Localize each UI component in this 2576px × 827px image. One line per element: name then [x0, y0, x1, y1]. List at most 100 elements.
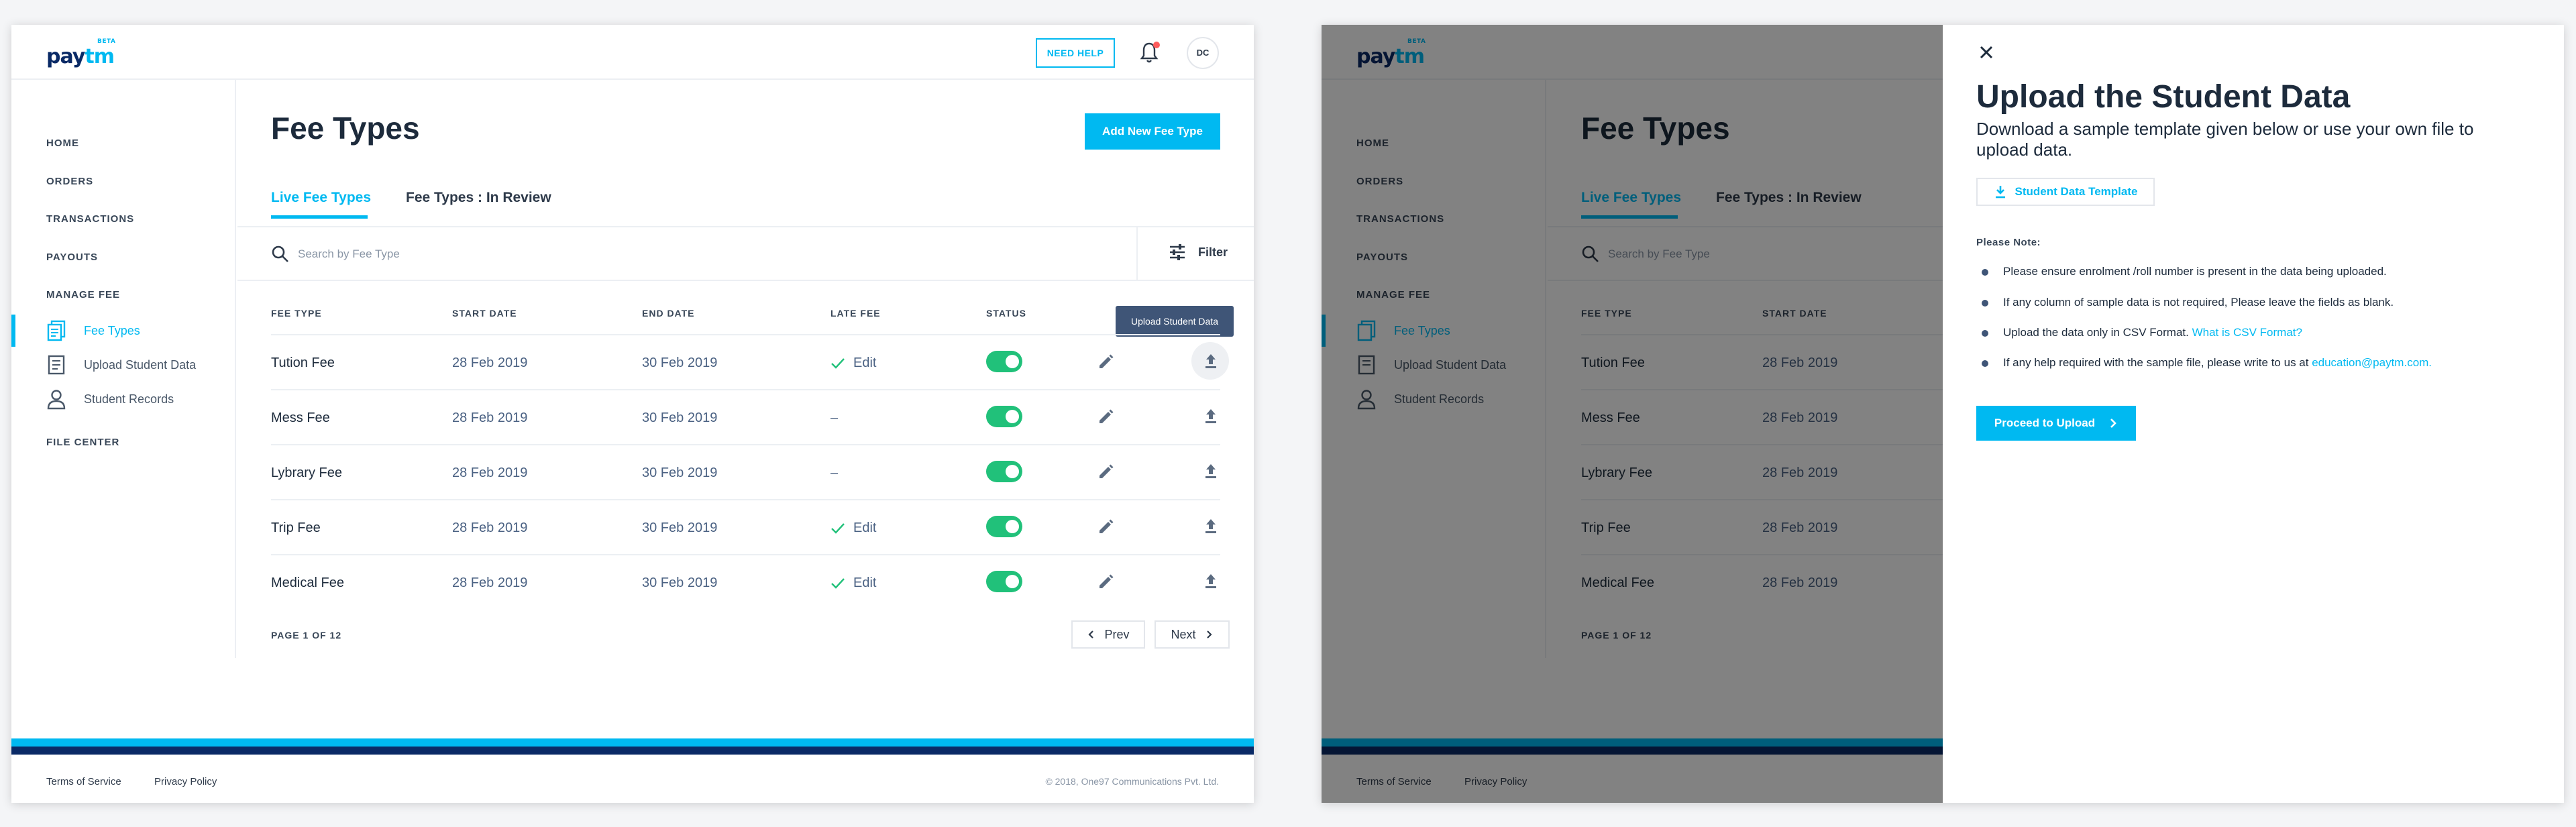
note-item: Please ensure enrolment /roll number is … [2003, 265, 2387, 278]
start-date-cell: 28 Feb 2019 [452, 410, 528, 425]
bullet-dot [1982, 269, 1988, 276]
tab-live-fee-types[interactable]: Live Fee Types [271, 190, 371, 206]
bullet-dot [1982, 360, 1988, 367]
late-fee-cell[interactable]: Edit [830, 575, 876, 591]
fee-type-cell: Mess Fee [271, 410, 330, 425]
bullet-dot [1982, 300, 1988, 307]
note-link[interactable]: What is CSV Format? [2192, 326, 2302, 339]
user-avatar[interactable]: DC [1187, 37, 1219, 69]
edit-pencil-icon[interactable] [1096, 516, 1116, 537]
upload-tooltip: Upload Student Data [1116, 306, 1234, 337]
add-new-fee-type-button[interactable]: Add New Fee Type [1085, 113, 1220, 150]
drawer-subtitle: Download a sample template given below o… [1976, 119, 2474, 160]
privacy-link[interactable]: Privacy Policy [154, 776, 217, 787]
sidebar-item-upload-student-data[interactable]: Upload Student Data [46, 351, 196, 378]
notification-bell-icon[interactable] [1139, 41, 1160, 64]
end-date-cell: 30 Feb 2019 [642, 355, 718, 370]
student-data-template-button[interactable]: Student Data Template [1976, 178, 2155, 206]
search-input[interactable] [298, 241, 700, 268]
footer: Terms of Service Privacy Policy © 2018, … [11, 755, 1254, 803]
status-toggle[interactable] [986, 571, 1022, 592]
filter-label: Filter [1198, 245, 1228, 259]
fee-type-cell: Tution Fee [271, 355, 335, 370]
sidebar: HOME ORDERS TRANSACTIONS PAYOUTS MANAGE … [11, 80, 236, 658]
late-fee-cell[interactable]: Edit [830, 355, 876, 371]
upload-icon[interactable] [1201, 571, 1221, 592]
start-date-cell: 28 Feb 2019 [452, 520, 528, 535]
status-toggle[interactable] [986, 406, 1022, 427]
copyright-text: © 2018, One97 Communications Pvt. Ltd. [1045, 776, 1219, 787]
table-row: Mess Fee 28 Feb 2019 30 Feb 2019 – [271, 389, 1220, 444]
document-copy-icon [47, 320, 66, 341]
chevron-left-icon [1088, 630, 1094, 639]
end-date-cell: 30 Feb 2019 [642, 465, 718, 480]
table-row: Medical Fee 28 Feb 2019 30 Feb 2019 Edit [271, 554, 1220, 609]
download-icon [1995, 186, 2005, 199]
divider [1136, 227, 1138, 280]
fee-types-screen: paytm BETA NEED HELP DC HOME ORDERS TRANS… [11, 25, 1254, 803]
note-item: Upload the data only in CSV Format. What… [2003, 326, 2302, 339]
column-header-fee-type: FEE TYPE [271, 308, 322, 319]
sidebar-item-transactions[interactable]: TRANSACTIONS [46, 213, 134, 225]
tab-fee-types-in-review[interactable]: Fee Types : In Review [406, 190, 551, 206]
note-link[interactable]: education@paytm.com. [2312, 356, 2432, 369]
upload-icon[interactable] [1201, 516, 1221, 537]
sidebar-item-fee-types[interactable]: Fee Types [46, 317, 140, 344]
column-header-status: STATUS [986, 308, 1026, 319]
sidebar-item-orders[interactable]: ORDERS [46, 176, 93, 187]
note-label: Please Note: [1976, 237, 2041, 248]
upload-drawer-screen: paytm BETA HOME ORDERS TRANSACTIONS PAYOU… [1322, 25, 2564, 803]
bullet-dot [1982, 330, 1988, 337]
page-info: PAGE 1 OF 12 [271, 630, 342, 641]
end-date-cell: 30 Feb 2019 [642, 575, 718, 590]
sidebar-item-home[interactable]: HOME [46, 137, 79, 149]
paytm-logo[interactable]: paytm BETA [46, 38, 115, 68]
edit-pencil-icon[interactable] [1096, 461, 1116, 482]
column-header-late-fee: LATE FEE [830, 308, 881, 319]
person-icon [47, 390, 66, 410]
filter-button[interactable]: Filter [1169, 243, 1228, 261]
start-date-cell: 28 Feb 2019 [452, 575, 528, 590]
sidebar-item-student-records[interactable]: Student Records [46, 386, 174, 412]
main-content: Fee Types Add New Fee Type Live Fee Type… [237, 80, 1254, 658]
drawer-title: Upload the Student Data [1976, 79, 2351, 115]
search-icon [272, 245, 288, 262]
start-date-cell: 28 Feb 2019 [452, 465, 528, 480]
top-header: paytm BETA NEED HELP DC [11, 25, 1254, 80]
upload-icon[interactable] [1201, 461, 1221, 482]
note-item: If any help required with the sample fil… [2003, 356, 2432, 369]
checkmark-icon [831, 522, 845, 534]
late-fee-cell[interactable]: Edit [830, 520, 876, 536]
prev-page-button[interactable]: Prev [1071, 620, 1145, 649]
upload-icon[interactable] [1201, 406, 1221, 427]
table-row: Trip Fee 28 Feb 2019 30 Feb 2019 Edit [271, 499, 1220, 554]
column-header-end-date: END DATE [642, 308, 695, 319]
upload-student-data-drawer: Upload the Student Data Download a sampl… [1943, 25, 2564, 803]
status-toggle[interactable] [986, 461, 1022, 482]
sidebar-item-file-center[interactable]: FILE CENTER [46, 437, 119, 448]
late-fee-cell: – [830, 465, 839, 480]
table-row: Lybrary Fee 28 Feb 2019 30 Feb 2019 – [271, 444, 1220, 499]
page-title: Fee Types [271, 111, 420, 146]
status-toggle[interactable] [986, 351, 1022, 372]
upload-icon[interactable] [1201, 351, 1221, 372]
note-item: If any column of sample data is not requ… [2003, 296, 2394, 309]
end-date-cell: 30 Feb 2019 [642, 410, 718, 425]
close-icon[interactable] [1976, 42, 1996, 62]
sliders-icon [1170, 244, 1185, 260]
edit-pencil-icon[interactable] [1096, 351, 1116, 372]
checkmark-icon [831, 357, 845, 369]
fee-type-cell: Lybrary Fee [271, 465, 342, 480]
edit-pencil-icon[interactable] [1096, 571, 1116, 592]
start-date-cell: 28 Feb 2019 [452, 355, 528, 370]
edit-pencil-icon[interactable] [1096, 406, 1116, 427]
modal-backdrop[interactable] [1322, 25, 1943, 803]
next-page-button[interactable]: Next [1155, 620, 1230, 649]
terms-link[interactable]: Terms of Service [46, 776, 121, 787]
notification-dot [1153, 42, 1160, 48]
sidebar-item-payouts[interactable]: PAYOUTS [46, 252, 98, 263]
proceed-to-upload-button[interactable]: Proceed to Upload [1976, 406, 2136, 441]
status-toggle[interactable] [986, 516, 1022, 537]
footer-stripe [11, 738, 1254, 747]
need-help-button[interactable]: NEED HELP [1036, 38, 1115, 68]
